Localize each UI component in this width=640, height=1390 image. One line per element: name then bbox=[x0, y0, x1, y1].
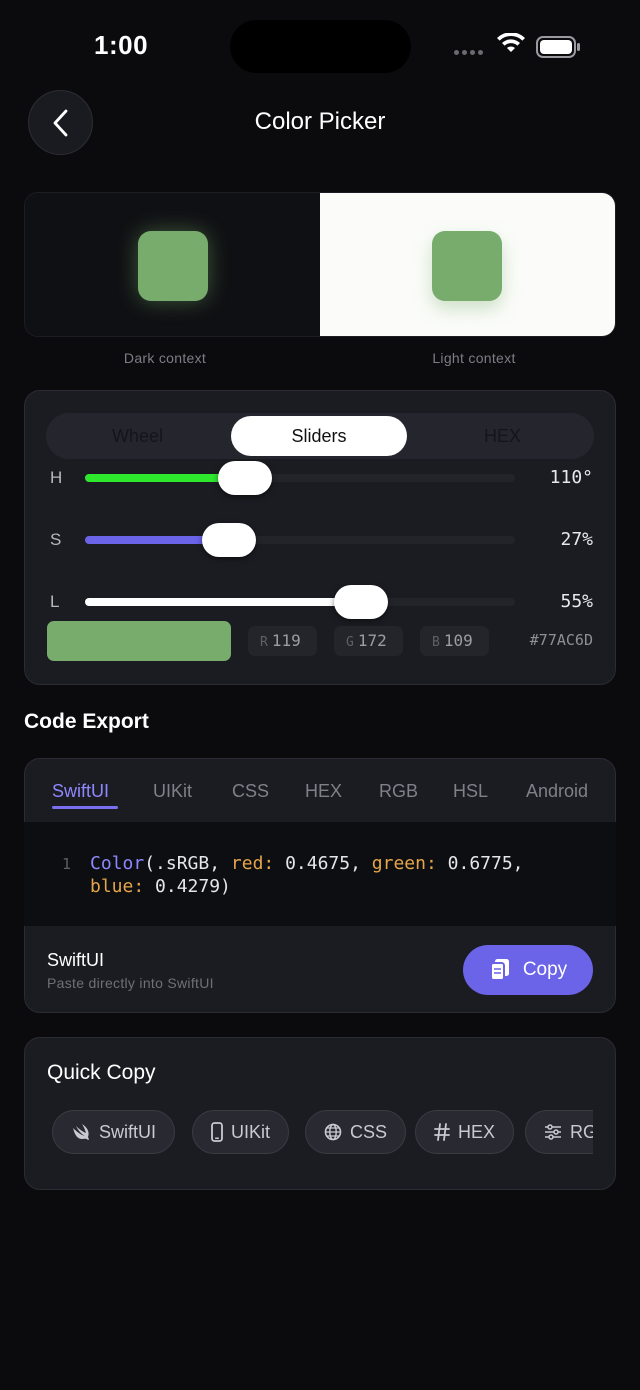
mode-tab-hex[interactable]: HEX bbox=[411, 413, 594, 459]
mode-tab-sliders[interactable]: Sliders bbox=[231, 416, 407, 456]
export-tab-android[interactable]: Android bbox=[526, 781, 588, 802]
export-tab-hex[interactable]: HEX bbox=[305, 781, 342, 802]
quick-copy-title: Quick Copy bbox=[47, 1061, 156, 1084]
quick-copy-swiftui[interactable]: SwiftUI bbox=[52, 1110, 176, 1154]
copy-icon bbox=[489, 959, 509, 981]
rgb-chip-green[interactable]: G 172 bbox=[334, 626, 403, 656]
cellular-signal-icon bbox=[454, 50, 483, 55]
copy-button[interactable]: Copy bbox=[463, 945, 593, 995]
page-title: Color Picker bbox=[254, 108, 386, 135]
pill-label: HEX bbox=[458, 1121, 496, 1142]
light-context-label: Light context bbox=[432, 350, 516, 366]
quick-copy-css[interactable]: CSS bbox=[305, 1110, 407, 1154]
wifi-icon bbox=[497, 33, 525, 52]
rgb-chip-blue[interactable]: B 109 bbox=[420, 626, 489, 656]
dark-context-label: Dark context bbox=[123, 350, 207, 366]
slider-value-l: 55% bbox=[560, 591, 593, 612]
color-preview bbox=[24, 192, 616, 337]
phone-icon bbox=[211, 1122, 223, 1142]
dark-context-preview bbox=[25, 193, 320, 336]
slider-thumb-s[interactable] bbox=[201, 523, 256, 557]
export-format-hint: Paste directly into SwiftUI bbox=[47, 975, 214, 991]
code-snippet: Color(.sRGB, red: 0.4675, green: 0.6775,… bbox=[90, 853, 524, 897]
status-time: 1:00 bbox=[94, 30, 149, 60]
slider-thumb-l[interactable] bbox=[333, 585, 388, 619]
mode-tab-wheel[interactable]: Wheel bbox=[46, 413, 229, 459]
pill-label: UIKit bbox=[231, 1121, 271, 1142]
rgb-chip-red[interactable]: R 119 bbox=[248, 626, 317, 656]
quick-copy-uikit[interactable]: UIKit bbox=[192, 1110, 290, 1154]
quick-copy-pills: SwiftUI UIKit CSS HEX RG bbox=[47, 1110, 593, 1156]
slider-thumb-h[interactable] bbox=[218, 461, 273, 495]
pill-label: RG bbox=[570, 1121, 593, 1142]
active-tab-indicator bbox=[52, 806, 118, 809]
mode-segmented-control: Wheel Sliders HEX bbox=[46, 413, 594, 459]
globe-icon bbox=[324, 1123, 342, 1141]
hash-icon bbox=[434, 1123, 450, 1141]
slider-fill-l bbox=[85, 598, 361, 606]
copy-button-label: Copy bbox=[522, 959, 568, 980]
swift-icon bbox=[73, 1124, 89, 1140]
quick-copy-hex[interactable]: HEX bbox=[415, 1110, 515, 1154]
sliders-icon bbox=[545, 1124, 561, 1140]
slider-label-s: S bbox=[50, 530, 62, 549]
hex-readout[interactable]: #77AC6D bbox=[500, 631, 593, 649]
export-tab-hsl[interactable]: HSL bbox=[453, 781, 488, 802]
slider-label-l: L bbox=[50, 592, 60, 611]
code-line-number: 1 bbox=[62, 855, 72, 873]
battery-icon bbox=[536, 36, 580, 58]
pill-label: SwiftUI bbox=[99, 1121, 157, 1142]
export-format-name: SwiftUI bbox=[47, 950, 105, 970]
preview-swatch-dark bbox=[138, 231, 208, 301]
code-export-title: Code Export bbox=[24, 710, 149, 733]
export-tab-swiftui[interactable]: SwiftUI bbox=[52, 781, 109, 802]
export-tab-css[interactable]: CSS bbox=[232, 781, 269, 802]
pill-label: CSS bbox=[350, 1121, 388, 1142]
export-tab-uikit[interactable]: UIKit bbox=[153, 781, 192, 802]
slider-value-s: 27% bbox=[560, 529, 593, 550]
export-tab-rgb[interactable]: RGB bbox=[379, 781, 418, 802]
result-swatch bbox=[47, 621, 231, 661]
quick-copy-rgb[interactable]: RG bbox=[525, 1110, 593, 1154]
light-context-preview bbox=[320, 193, 615, 336]
dynamic-island bbox=[230, 20, 411, 73]
slider-label-h: H bbox=[50, 468, 63, 487]
preview-swatch-light bbox=[432, 231, 502, 301]
slider-value-h: 110° bbox=[549, 467, 593, 488]
